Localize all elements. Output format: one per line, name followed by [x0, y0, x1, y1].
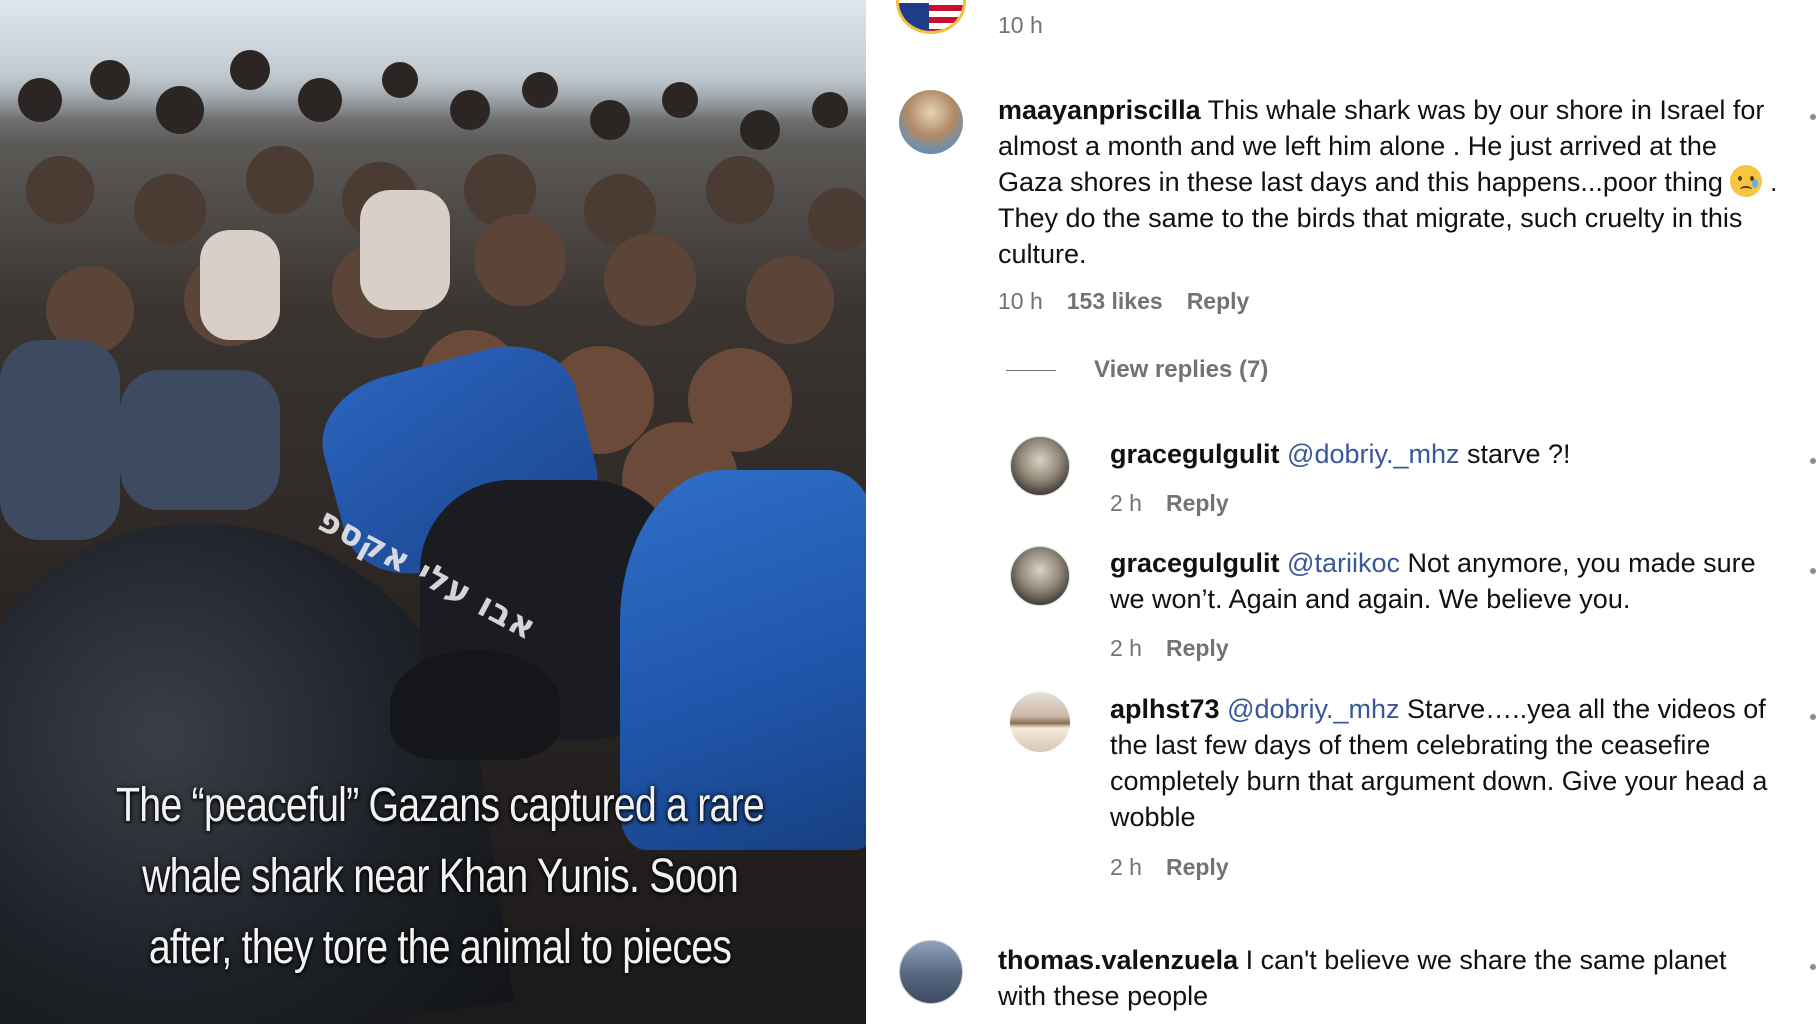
- reply-text: starve ?!: [1467, 439, 1571, 469]
- reply-body: aplhst73 @dobriy._mhz Starve…..yea all t…: [1110, 691, 1770, 835]
- video-caption: The “peaceful” Gazans captured a rare wh…: [116, 779, 765, 974]
- avatar-gracegulgulit[interactable]: [1010, 546, 1070, 606]
- comment-time: 10 h: [998, 12, 1043, 38]
- comment-username[interactable]: thomas.valenzuela: [998, 945, 1238, 975]
- reply-time: 2 h: [1110, 854, 1142, 880]
- more-options-icon[interactable]: [1810, 458, 1816, 464]
- more-options-icon[interactable]: [1810, 568, 1816, 574]
- reply-time: 2 h: [1110, 490, 1142, 516]
- reply-button[interactable]: Reply: [1187, 288, 1250, 315]
- reply-body: gracegulgulit @tariikoc Not anymore, you…: [1110, 545, 1770, 617]
- reply-mention[interactable]: @dobriy._mhz: [1227, 694, 1399, 724]
- more-options-icon[interactable]: [1810, 964, 1816, 970]
- comments-panel[interactable]: 10 h maayanpriscilla This whale shark wa…: [866, 0, 1816, 1024]
- reply-username[interactable]: gracegulgulit: [1110, 548, 1280, 578]
- comment-time: 10 h: [998, 288, 1043, 314]
- comment-body: thomas.valenzuela I can't believe we sha…: [998, 942, 1778, 1014]
- reply-body: gracegulgulit @dobriy._mhz starve ?!: [1110, 436, 1770, 472]
- reply-mention[interactable]: @dobriy._mhz: [1287, 439, 1459, 469]
- comment-username[interactable]: maayanpriscilla: [998, 95, 1201, 125]
- reply-button[interactable]: Reply: [1166, 635, 1229, 662]
- reply-meta: 2 h Reply: [1110, 635, 1229, 662]
- view-replies-label: View replies (7): [1094, 356, 1269, 383]
- us-flag-icon: [899, 0, 963, 31]
- screen: אבו עלי אקספ The “peaceful” Gazans captu…: [0, 0, 1816, 1024]
- reply-meta: 2 h Reply: [1110, 490, 1229, 517]
- avatar-aplhst73[interactable]: [1010, 692, 1070, 752]
- view-replies-button[interactable]: View replies (7): [1006, 356, 1268, 384]
- divider-line: [1006, 369, 1056, 371]
- comment-meta: 10 h 153 likes Reply: [998, 288, 1249, 315]
- likes-count[interactable]: 153 likes: [1067, 288, 1163, 315]
- crying-face-icon: [1730, 165, 1763, 197]
- avatar-flag[interactable]: [896, 0, 966, 34]
- reply-meta: 2 h Reply: [1110, 854, 1229, 881]
- avatar-maayanpriscilla[interactable]: [899, 90, 963, 154]
- reply-username[interactable]: aplhst73: [1110, 694, 1220, 724]
- more-options-icon[interactable]: [1810, 714, 1816, 720]
- more-options-icon[interactable]: [1810, 114, 1816, 120]
- reply-time: 2 h: [1110, 635, 1142, 661]
- comment-meta: 10 h: [998, 12, 1043, 39]
- black-cap: [390, 650, 560, 760]
- avatar-thomas-valenzuela[interactable]: [899, 940, 963, 1004]
- reply-mention[interactable]: @tariikoc: [1287, 548, 1400, 578]
- reply-button[interactable]: Reply: [1166, 490, 1229, 517]
- comment-body: maayanpriscilla This whale shark was by …: [998, 92, 1778, 272]
- avatar-gracegulgulit[interactable]: [1010, 436, 1070, 496]
- reply-button[interactable]: Reply: [1166, 854, 1229, 881]
- post-video[interactable]: אבו עלי אקספ The “peaceful” Gazans captu…: [0, 0, 866, 1024]
- reply-username[interactable]: gracegulgulit: [1110, 439, 1280, 469]
